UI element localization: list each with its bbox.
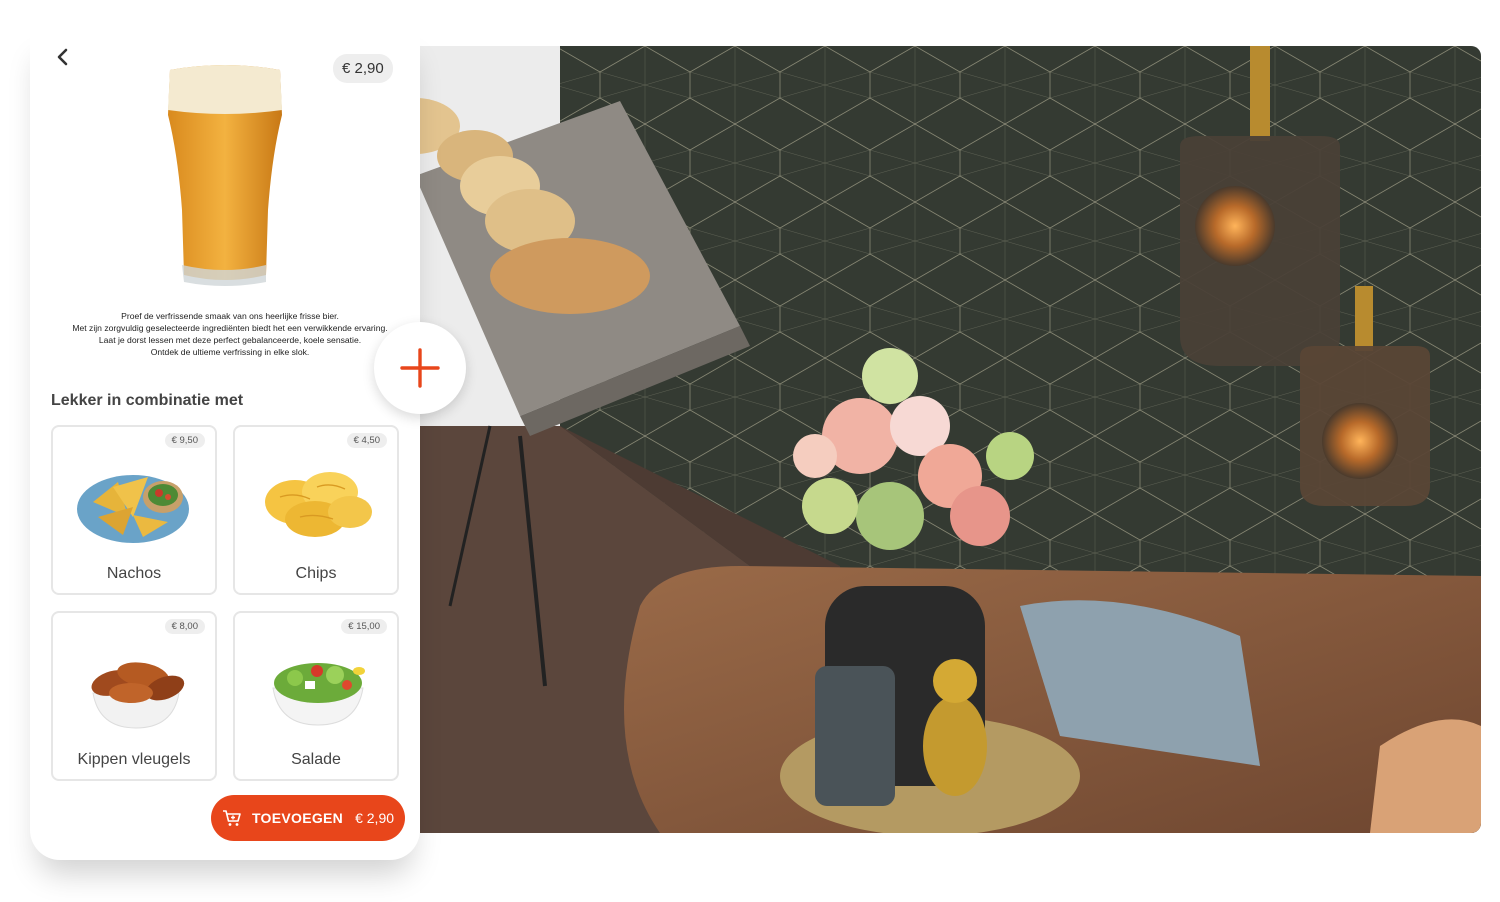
section-title: Lekker in combinatie met	[51, 392, 244, 409]
description-line: Ontdek de ultieme verfrissing in elke sl…	[150, 347, 310, 357]
description-line: Proef de verfrissende smaak van ons heer…	[121, 311, 339, 321]
product-price: € 2,90	[333, 54, 393, 83]
plus-icon	[400, 348, 440, 388]
salad-image	[272, 663, 365, 726]
combo-card-nachos[interactable]: € 9,50 Nachos	[51, 425, 217, 595]
description-line: Laat je dorst lessen met deze perfect ge…	[98, 335, 362, 345]
description-line: Met zijn zorgvuldig geselecteerde ingred…	[72, 323, 388, 333]
combo-name: Chips	[295, 565, 337, 582]
back-button[interactable]	[52, 46, 74, 68]
combo-price: € 15,00	[341, 619, 387, 634]
combo-price: € 9,50	[164, 433, 205, 448]
combo-price: € 8,00	[164, 619, 205, 634]
combo-name: Salade	[291, 751, 341, 768]
nachos-image	[77, 475, 189, 543]
plus-button[interactable]	[374, 322, 466, 414]
combo-price: € 4,50	[346, 433, 387, 448]
restaurant-photo	[420, 46, 1481, 833]
beer-image	[160, 60, 290, 290]
add-to-cart-amount: € 2,90	[355, 810, 395, 826]
combo-card-salade[interactable]: € 15,00 Salade	[233, 611, 399, 781]
chevron-left-icon	[57, 48, 68, 66]
combo-name: Kippen vleugels	[77, 751, 191, 768]
combo-card-kippen-vleugels[interactable]: € 8,00 Kippen vleugels	[51, 611, 217, 781]
chicken-wings-image	[91, 662, 185, 729]
product-description: Proef de verfrissende smaak van ons heer…	[40, 310, 420, 358]
add-to-cart-label: TOEVOEGEN	[251, 810, 344, 826]
combo-name: Nachos	[106, 565, 162, 582]
add-to-cart-button[interactable]: TOEVOEGEN € 2,90	[211, 795, 405, 841]
combo-card-chips[interactable]: € 4,50 Chips	[233, 425, 399, 595]
product-panel: € 2,90 Proef de verfrissende smaak van o…	[30, 30, 420, 860]
chips-image	[265, 472, 372, 537]
cart-icon	[222, 810, 241, 826]
